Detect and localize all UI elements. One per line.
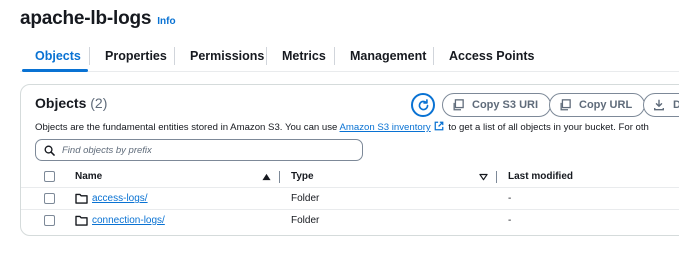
- tab-management[interactable]: Management: [350, 40, 426, 71]
- row-type: Folder: [291, 215, 320, 226]
- tab-permissions[interactable]: Permissions: [190, 40, 264, 71]
- sort-unsorted-icon[interactable]: [479, 173, 488, 181]
- bucket-title: apache-lb-logs: [20, 8, 152, 29]
- info-link[interactable]: Info: [157, 16, 175, 27]
- folder-icon: [75, 215, 88, 226]
- row-checkbox[interactable]: [44, 193, 55, 204]
- row-divider: [21, 187, 679, 188]
- external-link-icon[interactable]: [434, 121, 444, 131]
- tab-metrics[interactable]: Metrics: [282, 40, 326, 71]
- folder-link-connection-logs[interactable]: connection-logs/: [92, 215, 165, 226]
- search-box: [35, 139, 363, 161]
- active-tab-indicator: [22, 69, 88, 72]
- row-last-modified: -: [508, 215, 512, 226]
- copy-icon: [559, 99, 571, 111]
- tab-divider: [334, 47, 335, 65]
- row-divider: [21, 209, 679, 210]
- objects-count: (2): [90, 95, 108, 111]
- search-icon: [44, 145, 55, 156]
- row-checkbox[interactable]: [44, 215, 55, 226]
- column-resizer[interactable]: [496, 171, 497, 183]
- tab-divider: [89, 47, 90, 65]
- search-input[interactable]: [62, 144, 352, 156]
- description-text-continued: to get a list of all objects in your buc…: [445, 122, 649, 133]
- copy-s3-uri-label: Copy S3 URI: [472, 99, 539, 111]
- tab-divider: [174, 47, 175, 65]
- copy-url-button[interactable]: Copy URL: [549, 93, 646, 117]
- column-header-last-modified[interactable]: Last modified: [508, 171, 573, 182]
- description-text: Objects are the fundamental entities sto…: [35, 122, 340, 133]
- objects-description: Objects are the fundamental entities sto…: [35, 121, 649, 133]
- objects-heading-label: Objects: [35, 95, 87, 111]
- tab-divider: [433, 47, 434, 65]
- download-button[interactable]: D: [643, 93, 679, 117]
- copy-url-label: Copy URL: [579, 99, 633, 111]
- row-last-modified: -: [508, 193, 512, 204]
- copy-icon: [452, 99, 464, 111]
- s3-inventory-link[interactable]: Amazon S3 inventory: [340, 122, 431, 133]
- refresh-icon: [418, 98, 428, 110]
- select-all-checkbox[interactable]: [44, 171, 55, 182]
- copy-s3-uri-button[interactable]: Copy S3 URI: [442, 93, 552, 117]
- column-header-name[interactable]: Name: [75, 171, 102, 182]
- tab-objects[interactable]: Objects: [35, 40, 81, 71]
- tab-properties[interactable]: Properties: [105, 40, 167, 71]
- bucket-header: apache-lb-logs Info: [20, 8, 176, 30]
- objects-heading: Objects (2): [35, 95, 107, 111]
- download-icon: [653, 99, 665, 111]
- sort-ascending-icon[interactable]: [262, 173, 271, 181]
- download-label: D: [673, 99, 679, 111]
- tab-divider: [266, 47, 267, 65]
- folder-link-access-logs[interactable]: access-logs/: [92, 193, 148, 204]
- refresh-button[interactable]: [411, 93, 435, 117]
- folder-icon: [75, 193, 88, 204]
- row-type: Folder: [291, 193, 320, 204]
- tab-access-points[interactable]: Access Points: [449, 40, 534, 71]
- column-header-type[interactable]: Type: [291, 171, 314, 182]
- tab-bar: Objects Properties Permissions Metrics M…: [20, 40, 679, 72]
- column-resizer[interactable]: [279, 171, 280, 183]
- objects-panel: Objects (2) Copy S3 URI Copy URL D Objec…: [20, 84, 679, 236]
